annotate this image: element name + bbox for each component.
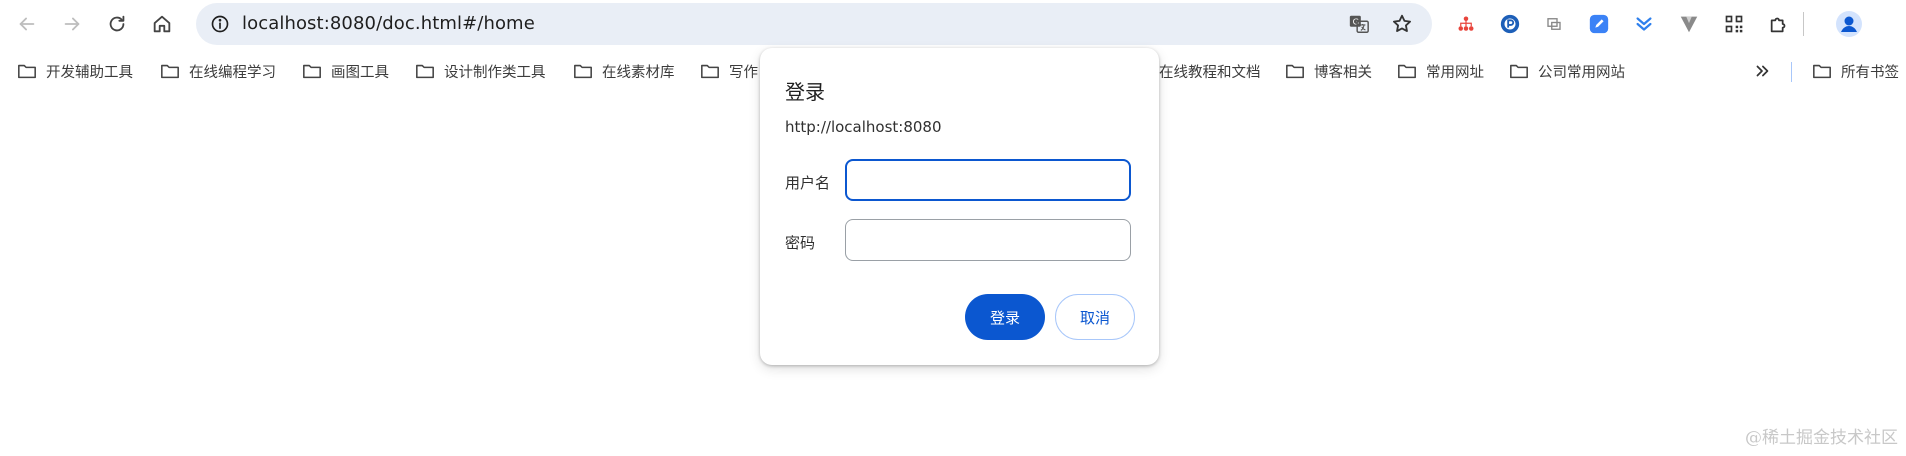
pen-icon	[1589, 14, 1609, 34]
bookmark-label: 在线素材库	[602, 64, 675, 81]
bookmark-folder[interactable]: 设计制作类工具	[415, 52, 546, 90]
extension-qr[interactable]	[1721, 11, 1747, 37]
bookmark-folder[interactable]: 写作	[700, 52, 758, 90]
bookmark-folder[interactable]: 公司常用网站	[1509, 52, 1625, 90]
bookmark-folder[interactable]: 常用网址	[1397, 52, 1484, 90]
folder-icon	[1813, 64, 1831, 79]
sitemap-icon	[1458, 16, 1474, 31]
folder-icon	[416, 64, 434, 79]
browser-toolbar: localhost:8080/doc.html#/home G	[0, 0, 1906, 48]
bookmark-label: 公司常用网站	[1538, 64, 1625, 81]
watermark: @稀土掘金技术社区	[1745, 428, 1898, 448]
home-button[interactable]	[144, 6, 180, 42]
star-icon	[1393, 14, 1411, 32]
password-label: 密码	[785, 234, 816, 252]
url-text[interactable]: localhost:8080/doc.html#/home	[242, 3, 535, 45]
folder-icon	[161, 64, 179, 79]
profile-button[interactable]	[1834, 9, 1864, 39]
reload-button[interactable]	[99, 6, 135, 42]
home-icon	[153, 15, 171, 33]
bookmark-label: 设计制作类工具	[444, 64, 546, 81]
profile-icon	[1836, 11, 1862, 37]
dialog-origin: http://localhost:8080	[785, 118, 942, 136]
bookmark-label: 在线教程和文档	[1159, 64, 1261, 81]
folder-icon	[574, 64, 592, 79]
dialog-title: 登录	[785, 80, 825, 104]
extension-pen[interactable]	[1586, 11, 1612, 37]
bookmark-folder[interactable]: 画图工具	[302, 52, 389, 90]
bookmarks-divider	[1791, 62, 1792, 82]
info-icon	[211, 15, 229, 33]
bookmark-label: 常用网址	[1426, 64, 1484, 81]
bookmark-label: 写作	[729, 64, 758, 81]
address-bar[interactable]: localhost:8080/doc.html#/home G	[196, 3, 1432, 45]
qr-icon	[1725, 15, 1743, 33]
site-info-button[interactable]	[206, 10, 234, 38]
v-icon	[1680, 16, 1698, 33]
extension-v[interactable]	[1676, 11, 1702, 37]
password-input[interactable]	[845, 219, 1131, 261]
extension-screen[interactable]	[1541, 11, 1567, 37]
bookmark-folder[interactable]: 开发辅助工具	[17, 52, 133, 90]
double-chevron-right-icon	[1756, 65, 1769, 77]
folder-icon	[18, 64, 36, 79]
extension-circle-p[interactable]	[1497, 11, 1523, 37]
screen-icon	[1547, 18, 1561, 30]
http-auth-dialog: 登录 http://localhost:8080 用户名 密码 登录 取消	[760, 48, 1159, 365]
extension-chevrons[interactable]	[1631, 11, 1657, 37]
bookmark-folder[interactable]: 在线编程学习	[160, 52, 276, 90]
username-label: 用户名	[785, 174, 831, 192]
translate-icon: G	[1349, 15, 1369, 33]
all-bookmarks-label: 所有书签	[1841, 64, 1899, 81]
extensions-button[interactable]	[1766, 11, 1792, 37]
folder-icon	[701, 64, 719, 79]
username-input[interactable]	[845, 159, 1131, 201]
reload-icon	[109, 15, 125, 32]
translate-button[interactable]: G	[1346, 11, 1372, 37]
extension-sitemap[interactable]	[1453, 11, 1479, 37]
folder-icon	[1510, 64, 1528, 79]
folder-icon	[1286, 64, 1304, 79]
bookmark-label: 博客相关	[1314, 64, 1372, 81]
puzzle-icon	[1770, 17, 1786, 33]
circle-p-icon	[1500, 14, 1520, 34]
bookmarks-overflow-button[interactable]	[1752, 52, 1772, 90]
forward-button[interactable]	[54, 6, 90, 42]
folder-icon	[303, 64, 321, 79]
cancel-button[interactable]: 取消	[1055, 294, 1135, 340]
all-bookmarks-folder[interactable]: 所有书签	[1812, 52, 1899, 90]
folder-icon	[1398, 64, 1416, 79]
arrow-left-icon	[19, 17, 35, 31]
bookmark-star-button[interactable]	[1389, 11, 1415, 37]
back-button[interactable]	[9, 6, 45, 42]
bookmark-folder[interactable]: 博客相关	[1285, 52, 1372, 90]
bookmark-label: 画图工具	[331, 64, 389, 81]
bookmark-folder[interactable]: 在线素材库	[573, 52, 675, 90]
bookmark-label: 在线编程学习	[189, 64, 276, 81]
login-button[interactable]: 登录	[965, 294, 1045, 340]
bookmark-label: 开发辅助工具	[46, 64, 133, 81]
toolbar-divider	[1803, 12, 1804, 36]
chevrons-down-icon	[1636, 17, 1652, 31]
arrow-right-icon	[64, 17, 80, 31]
